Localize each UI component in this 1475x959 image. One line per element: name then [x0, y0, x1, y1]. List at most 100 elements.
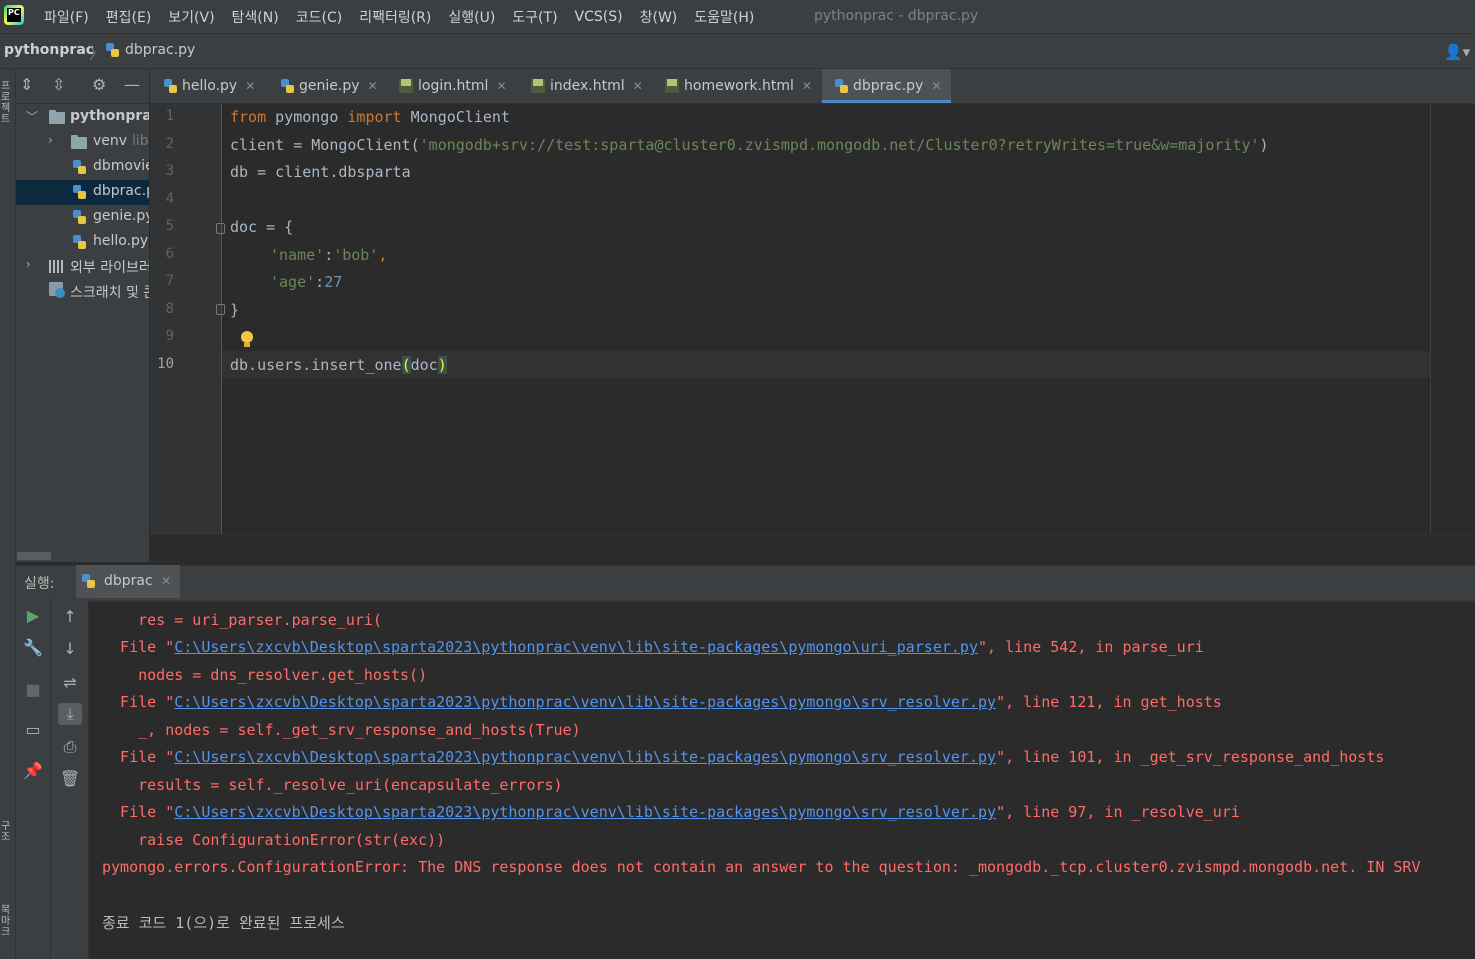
up-arrow-icon[interactable]: ↑	[58, 606, 82, 628]
console-line: res = uri_parser.parse_uri(	[102, 611, 382, 629]
code-line-2: client = MongoClient('mongodb+srv://test…	[230, 136, 1269, 154]
gear-icon[interactable]: ⚙	[92, 77, 106, 93]
project-tool-button[interactable]: 프로젝트	[1, 81, 13, 125]
pycharm-logo-icon[interactable]: PC	[4, 5, 24, 25]
python-file-icon	[73, 185, 86, 199]
run-toolbar-primary: ▶ 🔧 ■ ▭ 📌	[16, 599, 51, 959]
tab-index-html[interactable]: index.html ✕	[531, 69, 643, 103]
console-error-line: pymongo.errors.ConfigurationError: The D…	[102, 858, 1421, 876]
collapse-all-icon[interactable]: ⇳	[52, 77, 65, 93]
lightbulb-icon[interactable]	[241, 331, 253, 347]
tab-dbprac-py[interactable]: dbprac.py ✕	[822, 69, 952, 103]
breadcrumb-project[interactable]: pythonprac	[4, 42, 94, 58]
pin-icon[interactable]: 📌	[21, 760, 45, 782]
html-file-icon	[531, 79, 545, 93]
menu-edit[interactable]: 편집(E)	[106, 7, 152, 27]
code-line-7: 'age':27	[270, 273, 343, 291]
project-toolbar: ⇕ ⇳ ⚙ —	[16, 69, 149, 104]
python-file-icon	[281, 79, 294, 93]
navigation-bar: pythonprac 〉 dbprac.py 👤▾	[0, 34, 1475, 69]
left-tool-stripe: 프로젝트 구조 북마크	[0, 69, 16, 959]
down-arrow-icon[interactable]: ↓	[58, 638, 82, 660]
python-file-icon	[106, 43, 119, 57]
stop-icon[interactable]: ■	[21, 679, 45, 701]
tree-item-venv[interactable]: › venv library root	[16, 130, 149, 155]
tree-item-external-libraries[interactable]: › 외부 라이브러리	[16, 254, 149, 279]
code-line-3: db = client.dbsparta	[230, 163, 411, 181]
chevron-right-icon[interactable]: ›	[48, 133, 53, 147]
menu-code[interactable]: 코드(C)	[296, 7, 342, 27]
chevron-down-icon[interactable]: ﹀	[26, 108, 38, 125]
tree-item-genie[interactable]: genie.py	[16, 205, 149, 230]
traceback-link[interactable]: C:\Users\zxcvb\Desktop\sparta2023\python…	[174, 693, 996, 711]
traceback-link[interactable]: C:\Users\zxcvb\Desktop\sparta2023\python…	[174, 803, 996, 821]
editor-tab-bar: hello.py ✕ genie.py ✕ login.html ✕ index…	[150, 69, 1475, 104]
console-line: _, nodes = self._get_srv_response_and_ho…	[102, 721, 581, 739]
close-icon[interactable]: ✕	[633, 79, 643, 93]
menu-file[interactable]: 파일(F)	[44, 7, 89, 27]
tree-item-pythonprac[interactable]: ﹀ pythonprac	[16, 105, 149, 130]
console-line: File "C:\Users\zxcvb\Desktop\sparta2023\…	[102, 693, 1222, 711]
code-line-10: db.users.insert_one(doc)	[230, 356, 447, 374]
tab-login-html[interactable]: login.html ✕	[399, 69, 507, 103]
fold-marker-icon[interactable]	[216, 304, 225, 315]
code-line-5: doc = {	[230, 218, 294, 236]
code-line-8: }	[230, 301, 240, 319]
close-icon[interactable]: ✕	[245, 79, 255, 93]
hide-icon[interactable]: —	[124, 77, 140, 93]
soft-wrap-icon[interactable]: ⇌	[58, 672, 82, 694]
menu-refactor[interactable]: 리팩터링(R)	[359, 7, 431, 27]
tree-item-hello[interactable]: hello.py	[16, 230, 149, 255]
trash-icon[interactable]: 🗑	[58, 768, 82, 790]
close-icon[interactable]: ✕	[161, 574, 171, 588]
console-line: File "C:\Users\zxcvb\Desktop\sparta2023\…	[102, 803, 1240, 821]
python-file-icon	[73, 210, 86, 224]
python-file-icon	[835, 79, 848, 93]
folder-icon	[49, 110, 65, 124]
breadcrumb-separator: 〉	[89, 44, 106, 63]
folder-icon	[71, 135, 87, 149]
structure-tool-button[interactable]: 구조	[1, 821, 13, 843]
expand-all-icon[interactable]: ⇕	[20, 77, 33, 93]
traceback-link[interactable]: C:\Users\zxcvb\Desktop\sparta2023\python…	[174, 638, 978, 656]
scratch-icon	[49, 282, 65, 298]
menu-run[interactable]: 실행(U)	[448, 7, 495, 27]
user-icon[interactable]: 👤▾	[1444, 43, 1470, 61]
rerun-icon[interactable]: ▶	[21, 605, 45, 627]
wrench-icon[interactable]: 🔧	[21, 637, 45, 659]
tree-item-dbmovie[interactable]: dbmovie.py	[16, 155, 149, 180]
layout-icon[interactable]: ▭	[21, 719, 45, 741]
scrollbar-thumb[interactable]	[17, 552, 51, 560]
tree-item-dbprac[interactable]: dbprac.py	[16, 180, 149, 205]
run-toolbar-secondary: ↑ ↓ ⇌ ⤓ ⎙ 🗑	[51, 599, 89, 959]
console-line: raise ConfigurationError(str(exc))	[102, 831, 446, 849]
tab-homework-html[interactable]: homework.html ✕	[665, 69, 812, 103]
menu-navigate[interactable]: 탐색(N)	[232, 7, 279, 27]
python-file-icon	[164, 79, 177, 93]
code-line-1: from pymongo import MongoClient	[230, 108, 510, 126]
print-icon[interactable]: ⎙	[58, 736, 82, 758]
tab-hello-py[interactable]: hello.py ✕	[164, 69, 255, 103]
breadcrumb-file[interactable]: dbprac.py	[125, 42, 195, 58]
main-menu: 파일(F) 편집(E) 보기(V) 탐색(N) 코드(C) 리팩터링(R) 실행…	[44, 0, 771, 33]
menu-vcs[interactable]: VCS(S)	[575, 9, 623, 25]
bookmarks-tool-button[interactable]: 북마크	[1, 905, 13, 938]
tree-item-scratches[interactable]: 스크래치 및 콘솔	[16, 279, 149, 304]
chevron-right-icon[interactable]: ›	[26, 257, 31, 271]
python-file-icon	[73, 235, 86, 249]
menu-help[interactable]: 도움말(H)	[694, 7, 754, 27]
close-icon[interactable]: ✕	[496, 79, 506, 93]
traceback-link[interactable]: C:\Users\zxcvb\Desktop\sparta2023\python…	[174, 748, 996, 766]
window-title: pythonprac - dbprac.py	[814, 8, 979, 24]
html-file-icon	[399, 79, 413, 93]
close-icon[interactable]: ✕	[931, 79, 941, 93]
tab-genie-py[interactable]: genie.py ✕	[281, 69, 378, 103]
scroll-to-end-icon[interactable]: ⤓	[58, 703, 82, 725]
code-line-6: 'name':'bob',	[270, 246, 388, 264]
close-icon[interactable]: ✕	[368, 79, 378, 93]
menu-tools[interactable]: 도구(T)	[512, 7, 557, 27]
menu-window[interactable]: 창(W)	[640, 7, 678, 27]
fold-marker-icon[interactable]	[216, 223, 225, 234]
close-icon[interactable]: ✕	[802, 79, 812, 93]
menu-view[interactable]: 보기(V)	[168, 7, 214, 27]
